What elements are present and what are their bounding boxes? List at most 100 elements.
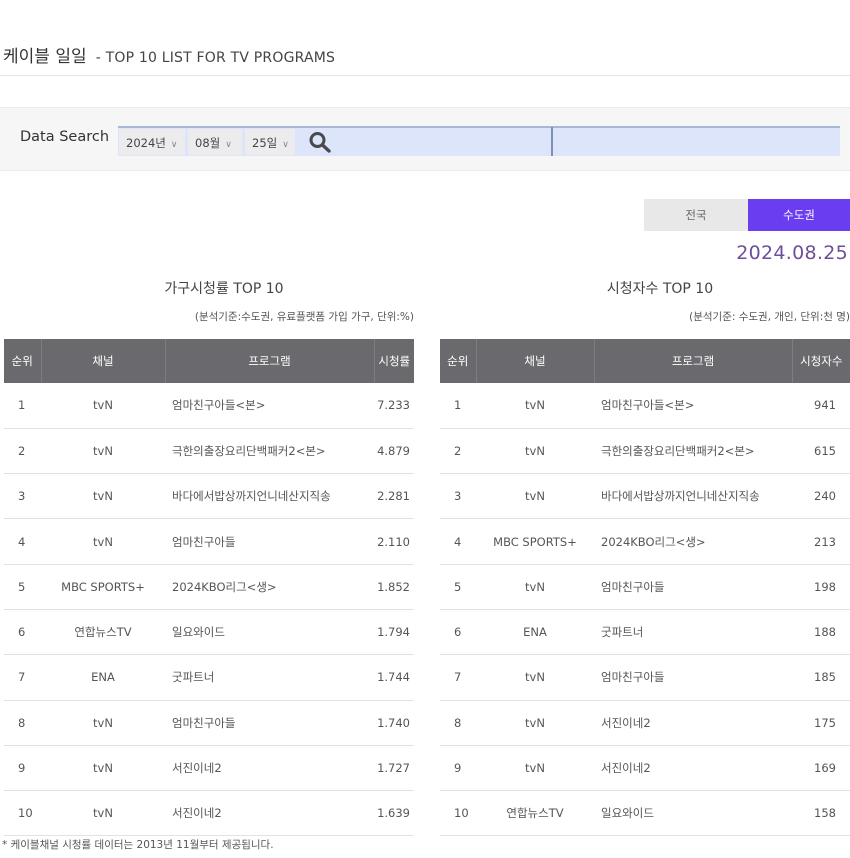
channel-cell: tvN bbox=[41, 473, 165, 520]
program-cell: 서진이네2 bbox=[165, 745, 374, 792]
value-cell: 2.110 bbox=[374, 518, 414, 565]
table-header-row: 순위 채널 프로그램 시청자수 bbox=[440, 339, 850, 383]
column-header-channel: 채널 bbox=[476, 339, 595, 383]
program-cell: 엄마친구아들<본> bbox=[594, 383, 792, 429]
value-cell: 615 bbox=[792, 428, 850, 475]
table-row: 7 ENA 굿파트너 1.744 bbox=[4, 654, 414, 701]
column-header-viewers: 시청자수 bbox=[792, 339, 850, 383]
viewers-section: 시청자수 TOP 10 (분석기준: 수도권, 개인, 단위:천 명) 순위 채… bbox=[440, 278, 850, 837]
value-cell: 240 bbox=[792, 473, 850, 520]
page-subtitle: - TOP 10 LIST FOR TV PROGRAMS bbox=[95, 50, 336, 66]
day-value: 25일 bbox=[252, 136, 278, 150]
table-header-row: 순위 채널 프로그램 시청률 bbox=[4, 339, 414, 383]
rank-cell: 3 bbox=[440, 473, 476, 520]
value-cell: 175 bbox=[792, 700, 850, 746]
year-select[interactable]: 2024년 ∨ bbox=[119, 129, 185, 155]
column-header-program: 프로그램 bbox=[165, 339, 375, 383]
value-cell: 1.852 bbox=[374, 564, 414, 610]
page-header: 케이블 일일 - TOP 10 LIST FOR TV PROGRAMS bbox=[0, 42, 850, 76]
year-value: 2024년 bbox=[126, 136, 166, 150]
table-row: 6 ENA 굿파트너 188 bbox=[440, 609, 850, 656]
table-row: 4 MBC SPORTS+ 2024KBO리그<생> 213 bbox=[440, 518, 850, 565]
value-cell: 169 bbox=[792, 745, 850, 792]
day-select[interactable]: 25일 ∨ bbox=[245, 129, 295, 155]
table-row: 5 tvN 엄마친구아들 198 bbox=[440, 564, 850, 610]
rank-cell: 5 bbox=[440, 564, 476, 610]
program-cell: 일요와이드 bbox=[165, 609, 374, 656]
program-cell: 2024KBO리그<생> bbox=[165, 564, 374, 610]
program-cell: 일요와이드 bbox=[594, 790, 792, 837]
rank-cell: 9 bbox=[4, 745, 41, 792]
table-row: 5 MBC SPORTS+ 2024KBO리그<생> 1.852 bbox=[4, 564, 414, 610]
value-cell: 188 bbox=[792, 609, 850, 656]
program-cell: 서진이네2 bbox=[165, 790, 374, 837]
channel-cell: tvN bbox=[41, 518, 165, 565]
data-search-label: Data Search bbox=[20, 129, 110, 145]
program-cell: 극한의출장요리단백패커2<본> bbox=[165, 428, 374, 475]
channel-cell: tvN bbox=[476, 564, 594, 610]
table-row: 6 연합뉴스TV 일요와이드 1.794 bbox=[4, 609, 414, 656]
rank-cell: 10 bbox=[440, 790, 476, 837]
table-row: 9 tvN 서진이네2 1.727 bbox=[4, 745, 414, 792]
rank-cell: 6 bbox=[440, 609, 476, 656]
chevron-down-icon: ∨ bbox=[282, 140, 289, 150]
channel-cell: tvN bbox=[476, 700, 594, 746]
channel-cell: tvN bbox=[476, 745, 594, 792]
channel-cell: MBC SPORTS+ bbox=[476, 518, 594, 565]
value-cell: 2.281 bbox=[374, 473, 414, 520]
table-row: 2 tvN 극한의출장요리단백패커2<본> 4.879 bbox=[4, 428, 414, 475]
month-select[interactable]: 08월 ∨ bbox=[188, 129, 242, 155]
table-row: 8 tvN 엄마친구아들 1.740 bbox=[4, 700, 414, 746]
rank-cell: 4 bbox=[440, 518, 476, 565]
value-cell: 213 bbox=[792, 518, 850, 565]
value-cell: 1.744 bbox=[374, 654, 414, 701]
channel-cell: tvN bbox=[41, 790, 165, 837]
rank-cell: 6 bbox=[4, 609, 41, 656]
channel-cell: tvN bbox=[476, 383, 594, 429]
rank-cell: 2 bbox=[440, 428, 476, 475]
table-row: 7 tvN 엄마친구아들 185 bbox=[440, 654, 850, 701]
table-row: 1 tvN 엄마친구아들<본> 941 bbox=[440, 383, 850, 429]
value-cell: 198 bbox=[792, 564, 850, 610]
value-cell: 7.233 bbox=[374, 383, 414, 429]
viewers-note: (분석기준: 수도권, 개인, 단위:천 명) bbox=[689, 311, 850, 323]
program-cell: 극한의출장요리단백패커2<본> bbox=[594, 428, 792, 475]
program-cell: 엄마친구아들<본> bbox=[165, 383, 374, 429]
column-header-rank: 순위 bbox=[4, 339, 42, 383]
rank-cell: 7 bbox=[440, 654, 476, 701]
channel-cell: ENA bbox=[41, 654, 165, 701]
column-header-program: 프로그램 bbox=[594, 339, 793, 383]
channel-cell: tvN bbox=[41, 383, 165, 429]
tab-capital-area[interactable]: 수도권 bbox=[748, 199, 850, 231]
channel-cell: tvN bbox=[476, 428, 594, 475]
channel-cell: tvN bbox=[476, 473, 594, 520]
household-ratings-section: 가구시청률 TOP 10 (분석기준:수도권, 유료플랫폼 가입 가구, 단위:… bbox=[4, 278, 414, 837]
rank-cell: 10 bbox=[4, 790, 41, 837]
value-cell: 1.740 bbox=[374, 700, 414, 746]
channel-cell: 연합뉴스TV bbox=[476, 790, 594, 837]
tab-national[interactable]: 전국 bbox=[644, 199, 748, 231]
program-cell: 2024KBO리그<생> bbox=[594, 518, 792, 565]
household-ratings-title: 가구시청률 TOP 10 bbox=[164, 281, 284, 297]
program-cell: 굿파트너 bbox=[165, 654, 374, 701]
table-row: 2 tvN 극한의출장요리단백패커2<본> 615 bbox=[440, 428, 850, 475]
program-cell: 엄마친구아들 bbox=[165, 700, 374, 746]
channel-cell: tvN bbox=[476, 654, 594, 701]
column-header-rank: 순위 bbox=[440, 339, 477, 383]
channel-cell: ENA bbox=[476, 609, 594, 656]
rank-cell: 5 bbox=[4, 564, 41, 610]
household-ratings-note: (분석기준:수도권, 유료플랫폼 가입 가구, 단위:%) bbox=[194, 311, 414, 323]
chevron-down-icon: ∨ bbox=[170, 140, 178, 150]
rank-cell: 7 bbox=[4, 654, 41, 701]
rank-cell: 9 bbox=[440, 745, 476, 792]
channel-cell: 연합뉴스TV bbox=[41, 609, 165, 656]
program-cell: 굿파트너 bbox=[594, 609, 792, 656]
search-field[interactable]: 2024년 ∨ 08월 ∨ 25일 ∨ bbox=[118, 126, 840, 156]
month-value: 08월 bbox=[195, 136, 221, 150]
program-cell: 바다에서밥상까지언니네산지직송 bbox=[165, 473, 374, 520]
viewers-table: 순위 채널 프로그램 시청자수 1 tvN 엄마친구아들<본> 941 2 tvN 극한의출… bbox=[440, 339, 850, 837]
rank-cell: 3 bbox=[4, 473, 41, 520]
value-cell: 1.727 bbox=[374, 745, 414, 792]
value-cell: 185 bbox=[792, 654, 850, 701]
search-button[interactable] bbox=[306, 129, 336, 155]
